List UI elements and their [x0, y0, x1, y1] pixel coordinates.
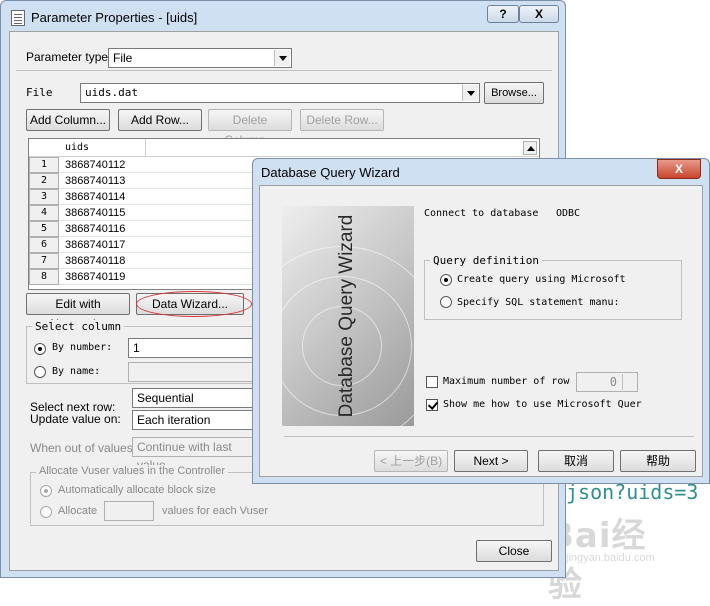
add-row-button[interactable]: Add Row... [118, 109, 202, 131]
allocate-radio[interactable] [40, 506, 52, 518]
create-query-label: Create query using Microsoft [457, 274, 626, 285]
by-name-label: By name: [52, 366, 101, 377]
row-number: 7 [29, 253, 59, 269]
wizard-close-button[interactable]: X [657, 159, 701, 179]
max-rows-checkbox[interactable] [426, 376, 438, 388]
by-number-radio[interactable] [34, 343, 46, 355]
cancel-button[interactable]: 取消 [538, 450, 614, 472]
row-number: 3 [29, 189, 59, 205]
param-type-label: Parameter type: [26, 50, 112, 64]
update-value-label: Update value on: [30, 412, 121, 426]
next-button[interactable]: Next > [454, 450, 528, 472]
row-number: 8 [29, 269, 59, 285]
allocate-label: Allocate [58, 505, 98, 517]
by-name-select[interactable] [128, 362, 256, 382]
max-rows-spinner[interactable]: 0 [576, 372, 638, 392]
row-number: 2 [29, 173, 59, 189]
chevron-down-icon [462, 85, 478, 101]
update-value-select[interactable]: Each iteration [132, 410, 256, 430]
show-me-label: Show me how to use Microsoft Quer [443, 399, 642, 410]
file-input[interactable]: uids.dat [80, 83, 480, 103]
cell-uid[interactable]: 3868740117 [65, 237, 125, 253]
out-of-values-select[interactable]: Continue with last value [132, 437, 256, 472]
table-header: uids [29, 139, 539, 157]
auto-allocate-radio[interactable] [40, 485, 52, 497]
select-next-row-select[interactable]: Sequential [132, 388, 256, 408]
column-header-uids[interactable]: uids [65, 142, 89, 153]
database-query-wizard-dialog: Database Query Wizard X Database Query W… [252, 158, 710, 484]
query-definition-group [424, 260, 682, 320]
row-number: 4 [29, 205, 59, 221]
back-button[interactable]: < 上一步(B) [374, 450, 448, 472]
wizard-title: Database Query Wizard [261, 165, 400, 180]
browse-button[interactable]: Browse... [484, 82, 544, 104]
by-name-radio[interactable] [34, 366, 46, 378]
delete-column-button[interactable]: Delete Column... [208, 109, 292, 147]
out-of-values-label: When out of values: [30, 441, 137, 455]
cell-uid[interactable]: 3868740115 [65, 205, 125, 221]
cell-uid[interactable]: 3868740116 [65, 221, 125, 237]
document-icon [11, 10, 25, 26]
param-type-select[interactable]: File [108, 48, 292, 68]
wizard-body: Database Query Wizard Connect to databas… [259, 185, 703, 477]
close-caption-button[interactable]: X [519, 5, 559, 23]
highlight-ellipse [136, 291, 252, 317]
connect-label: Connect to database [424, 208, 539, 219]
edit-with-notepad-button[interactable]: Edit with Notepad... [26, 293, 130, 331]
values-per-vuser-label: values for each Vuser [162, 505, 268, 517]
file-label: File [26, 86, 53, 99]
param-type-value: File [113, 51, 133, 65]
wizard-art-title: Database Query Wizard [336, 214, 357, 418]
help-button[interactable]: 帮助 [620, 450, 696, 472]
specify-sql-label: Specify SQL statement manu: [457, 297, 620, 308]
watermark-url: jingyan.baidu.com [566, 552, 655, 564]
select-column-label: Select column [32, 320, 125, 333]
show-me-checkbox[interactable] [426, 399, 438, 411]
file-value: uids.dat [85, 86, 138, 99]
cell-uid[interactable]: 3868740118 [65, 253, 125, 269]
row-number: 5 [29, 221, 59, 237]
row-number: 6 [29, 237, 59, 253]
max-rows-value: 0 [609, 375, 617, 389]
delete-row-button[interactable]: Delete Row... [300, 109, 384, 131]
wizard-artwork: Database Query Wizard [282, 206, 414, 426]
create-query-radio[interactable] [440, 274, 452, 286]
connect-value: ODBC [556, 208, 581, 219]
baidu-watermark: Bai经验 jingyan.baidu.com [548, 508, 678, 605]
column-divider [145, 139, 146, 157]
spin-arrows-icon[interactable] [622, 374, 636, 390]
scroll-up-icon[interactable] [523, 141, 537, 155]
by-number-label: By number: [52, 342, 113, 353]
allocate-input[interactable] [104, 501, 154, 521]
auto-allocate-label: Automatically allocate block size [58, 484, 216, 496]
cell-uid[interactable]: 3868740114 [65, 189, 125, 205]
add-column-button[interactable]: Add Column... [26, 109, 110, 131]
query-definition-label: Query definition [430, 254, 542, 267]
specify-sql-radio[interactable] [440, 296, 452, 308]
row-number: 1 [29, 157, 59, 173]
max-rows-label: Maximum number of row [443, 376, 570, 387]
by-number-input[interactable]: 1 [128, 338, 256, 358]
cell-uid[interactable]: 3868740119 [65, 269, 125, 285]
help-caption-button[interactable]: ? [487, 5, 519, 23]
close-button[interactable]: Close [476, 540, 552, 562]
allocate-group-label: Allocate Vuser values in the Controller [36, 465, 229, 477]
separator [284, 436, 694, 437]
cell-uid[interactable]: 3868740113 [65, 173, 125, 189]
chevron-down-icon [274, 50, 290, 66]
separator [16, 70, 552, 71]
dialog-title: Parameter Properties - [uids] [31, 10, 198, 25]
cell-uid[interactable]: 3868740112 [65, 157, 125, 173]
